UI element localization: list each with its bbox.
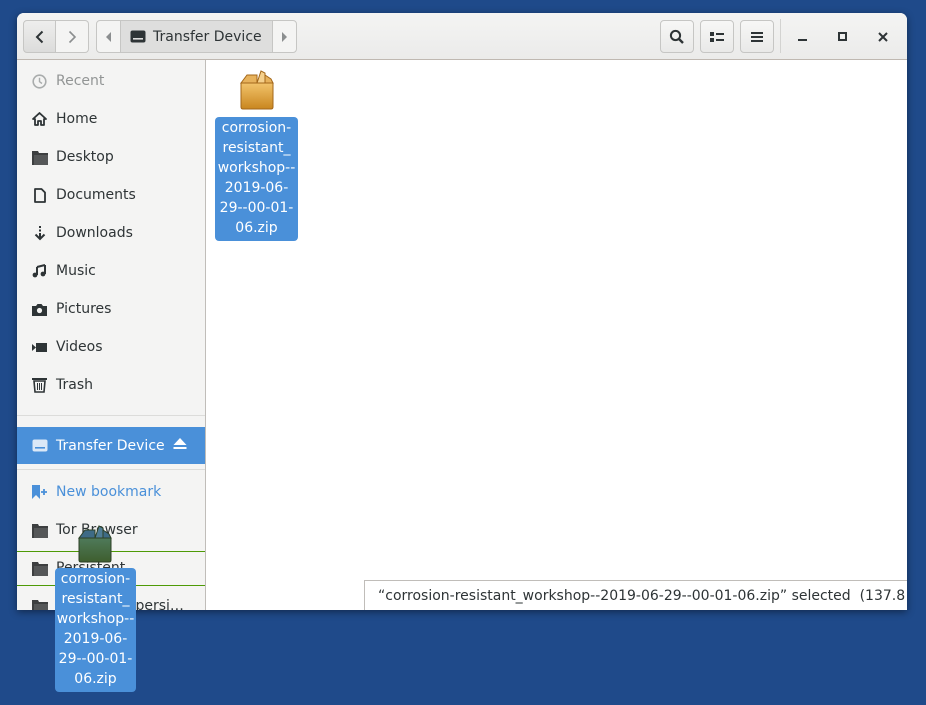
close-icon [878,31,888,42]
document-icon [31,187,48,204]
drive-icon [130,30,146,43]
path-scroll-right-button[interactable] [271,20,297,53]
sidebar-item-label: Documents [56,187,136,203]
menu-button[interactable] [740,20,774,53]
sidebar-item-trash[interactable]: Trash [17,366,205,404]
download-icon [31,225,48,242]
eject-button[interactable] [173,438,187,454]
file-name-label: corrosion- resistant_ workshop-- 2019-06… [215,117,298,241]
triangle-left-icon [105,31,111,42]
triangle-right-icon [282,31,288,42]
path-scroll-left-button[interactable] [96,20,121,53]
package-icon [239,70,274,110]
file-item[interactable]: corrosion- resistant_ workshop-- 2019-06… [215,69,298,241]
file-name-line: 29--00-01- [219,200,294,216]
maximize-button[interactable] [826,20,860,53]
view-toggle-button[interactable] [700,20,734,53]
home-icon [31,111,48,128]
eject-icon [173,438,187,449]
sidebar-item-label: Downloads [56,225,133,241]
sidebar-item-home[interactable]: Home [17,100,205,138]
file-name-line: workshop-- [217,160,296,176]
sidebar-item-label: Trash [56,377,93,393]
close-button[interactable] [866,20,900,53]
folder-icon [31,560,48,577]
sidebar-item-desktop[interactable]: Desktop [17,138,205,176]
sidebar-item-videos[interactable]: Videos [17,328,205,366]
file-name-line: corrosion- [60,571,131,587]
file-chooser-window: Transfer Device Recent Home Desktop Docu… [17,13,907,610]
folder-icon [31,598,48,610]
back-button[interactable] [23,20,56,53]
maximize-icon [838,31,847,41]
music-icon [31,263,48,280]
drive-icon [31,437,48,454]
list-view-icon [710,31,724,42]
sidebar-item-label: Desktop [56,149,114,165]
path-crumb-label: Transfer Device [153,28,262,45]
drag-file-name-label: corrosion- resistant_ workshop-- 2019-06… [55,568,136,692]
sidebar-separator [17,415,205,416]
minimize-button[interactable] [786,20,820,53]
drag-icon-ghost: corrosion- resistant_ workshop-- 2019-06… [55,524,136,692]
sidebar-item-label: Videos [56,339,103,355]
sidebar-item-label: Recent [56,73,105,89]
file-name-line: 2019-06- [224,180,289,196]
chevron-left-icon [35,30,43,43]
clock-icon [31,73,48,90]
file-name-line: 06.zip [235,220,278,236]
bookmark-add-icon [31,484,48,501]
sidebar-item-label: Transfer Device [56,437,165,454]
sidebar-item-recent[interactable]: Recent [17,62,205,100]
package-icon [77,525,112,563]
sidebar-item-label: Pictures [56,301,112,317]
sidebar-item-pictures[interactable]: Pictures [17,290,205,328]
folder-icon [31,522,48,539]
sidebar-item-label: (persi… [130,598,184,610]
sidebar-separator [17,469,205,470]
file-view[interactable]: corrosion- resistant_ workshop-- 2019-06… [206,60,907,610]
chevron-right-icon [68,30,77,43]
history-nav [23,20,90,53]
folder-icon [31,149,48,166]
search-icon [669,29,684,44]
header-bar: Transfer Device [17,13,907,60]
sidebar-item-label: Music [56,263,96,279]
sidebar-item-label: New bookmark [56,484,162,500]
minimize-icon [798,38,807,41]
hamburger-menu-icon [751,31,763,42]
search-button[interactable] [660,20,694,53]
path-crumb-transfer-device[interactable]: Transfer Device [121,20,272,53]
file-name-line: resistant_ [61,591,130,607]
sidebar-item-documents[interactable]: Documents [17,176,205,214]
file-name-line: 2019-06- [63,631,128,647]
sidebar-item-downloads[interactable]: Downloads [17,214,205,252]
file-name-line: workshop-- [56,611,135,627]
selection-status: “corrosion-resistant_workshop--2019-06-2… [364,580,907,610]
file-name-line: resistant_ [222,140,291,156]
file-name-line: 06.zip [74,671,117,687]
file-name-line: corrosion- [221,120,292,136]
video-icon [31,339,48,356]
header-separator [780,19,781,53]
trash-icon [31,377,48,394]
forward-button[interactable] [56,20,89,53]
sidebar-item-new-bookmark[interactable]: New bookmark [17,473,205,511]
camera-icon [31,301,48,318]
sidebar-item-transfer-device[interactable]: Transfer Device [17,427,205,464]
sidebar-item-music[interactable]: Music [17,252,205,290]
sidebar-item-label: Home [56,111,98,127]
file-name-line: 29--00-01- [58,651,133,667]
path-bar: Transfer Device [96,20,297,53]
